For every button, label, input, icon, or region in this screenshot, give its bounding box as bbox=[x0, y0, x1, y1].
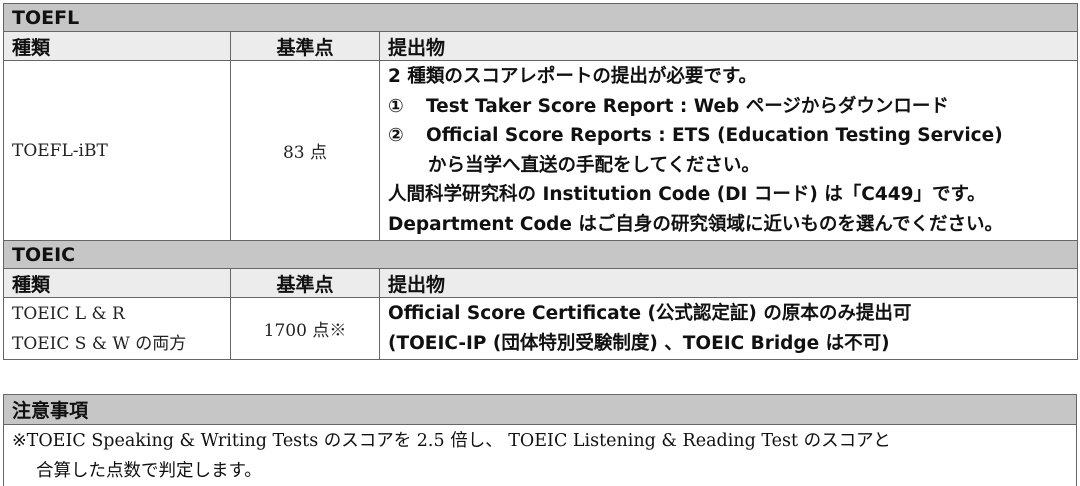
toefl-score: 83 点 bbox=[230, 60, 380, 241]
toefl-submission: 2 種類のスコアレポートの提出が必要です。 ① Test Taker Score … bbox=[379, 60, 1078, 241]
toeic-row: TOEIC L & R TOEIC S & W の両方 1700 点※ Offi… bbox=[3, 297, 1078, 360]
submission-header: 提出物 bbox=[379, 268, 1078, 298]
circled-1: ① bbox=[388, 95, 404, 117]
toefl-row: TOEFL-iBT 83 点 2 種類のスコアレポートの提出が必要です。 ① Te… bbox=[3, 60, 1078, 241]
notes-line-1: ※TOEIC Speaking & Writing Tests のスコアを 2.… bbox=[12, 431, 891, 451]
requirements-table: TOEFL 種類 基準点 提出物 TOEFL-iBT 83 点 2 種類のスコア… bbox=[3, 3, 1078, 360]
notes-table: 注意事項 ※TOEIC Speaking & Writing Tests のスコ… bbox=[3, 394, 1077, 486]
type-header: 種類 bbox=[3, 268, 231, 298]
circled-2: ② bbox=[388, 125, 404, 146]
toefl-line-5: 人間科学研究科の Institution Code (DI コード) は「C44… bbox=[388, 184, 986, 205]
toefl-line-4: から当学へ直送の手配をしてください。 bbox=[428, 154, 760, 176]
score-header: 基準点 bbox=[230, 31, 380, 61]
toeic-type: TOEIC L & R TOEIC S & W の両方 bbox=[3, 297, 231, 360]
toefl-header-row: 種類 基準点 提出物 bbox=[3, 31, 1078, 61]
toeic-line-2: (TOEIC-IP (団体特別受験制度) 、TOEIC Bridge は不可) bbox=[388, 332, 890, 354]
toeic-type-line-1: TOEIC L & R bbox=[12, 303, 125, 324]
toefl-line-6: Department Code はご自身の研究領域に近いものを選んでください。 bbox=[388, 213, 1003, 235]
toeic-submission: Official Score Certificate (公式認定証) の原本のみ… bbox=[379, 297, 1078, 360]
score-header: 基準点 bbox=[230, 268, 380, 298]
toeic-type-line-2: TOEIC S & W の両方 bbox=[12, 333, 187, 354]
notes-title: 注意事項 bbox=[3, 394, 1077, 425]
submission-header: 提出物 bbox=[379, 31, 1078, 61]
toefl-type: TOEFL-iBT bbox=[3, 60, 231, 241]
notes-line-2: 合算した点数で判定します。 bbox=[36, 461, 262, 481]
toefl-line-1: 2 種類のスコアレポートの提出が必要です。 bbox=[388, 66, 757, 87]
toefl-line-3: ② Official Score Reports : ETS (Education… bbox=[388, 121, 1069, 151]
toeic-score: 1700 点※ bbox=[230, 297, 380, 360]
toeic-section-title: TOEIC bbox=[3, 240, 1078, 269]
type-header: 種類 bbox=[3, 31, 231, 61]
toefl-line-2: ① Test Taker Score Report : Web ページからダウンロ… bbox=[388, 92, 1069, 122]
toefl-section-title: TOEFL bbox=[3, 3, 1078, 32]
notes-body: ※TOEIC Speaking & Writing Tests のスコアを 2.… bbox=[3, 424, 1077, 486]
toeic-line-1: Official Score Certificate (公式認定証) の原本のみ… bbox=[388, 303, 912, 324]
toeic-header-row: 種類 基準点 提出物 bbox=[3, 268, 1078, 298]
